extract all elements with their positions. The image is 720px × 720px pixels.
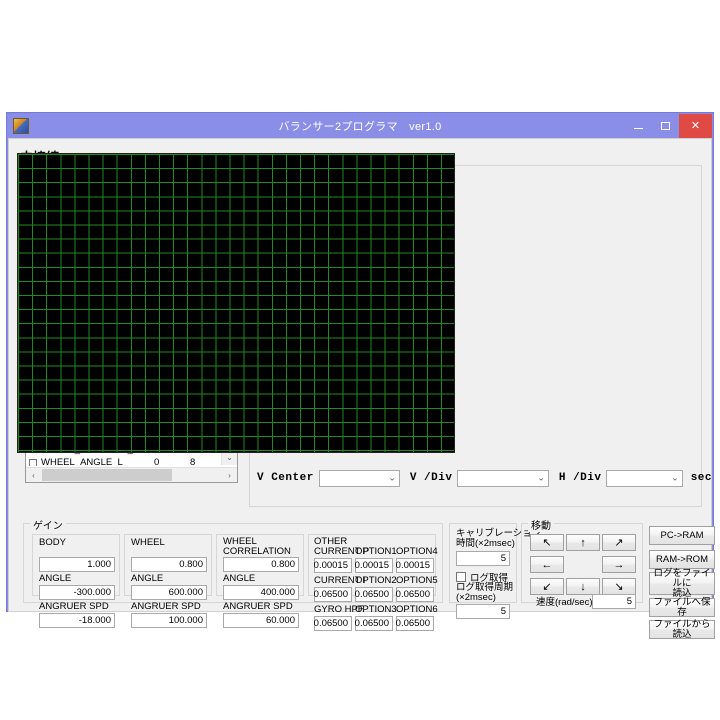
calibration-time-label-line2: 時間(×2msec) (456, 538, 515, 549)
v-div-label: V /Div (409, 472, 453, 484)
minimize-icon (634, 128, 643, 129)
pc-to-ram-button[interactable]: PC->RAM (649, 526, 715, 545)
gain-group-title: ゲイン (30, 517, 66, 532)
move-down-button[interactable]: ↓ (566, 578, 600, 595)
move-up-right-button[interactable]: ↗ (602, 534, 636, 551)
gain-other-subgroup: OTHER CURRENT P 0.00015 OPTION1 0.00015 OPTI… (308, 534, 438, 631)
gain-other-field-input[interactable]: 0.06500 (314, 587, 352, 602)
gain-body-angle-input[interactable]: -300.000 (39, 585, 115, 600)
client-area: 未接続 名前 数値 サイズ ⌃ Product_ID83202Version12… (8, 138, 715, 639)
maximize-button[interactable] (652, 114, 679, 138)
log-period-label-line2: (×2msec) (456, 592, 496, 603)
gain-wcorr-title-line2: CORRELATION (223, 546, 291, 557)
gain-wcorr-spd-label: ANGRUER SPD (223, 601, 293, 612)
gain-other-field-input[interactable]: 0.06500 (355, 616, 393, 631)
gain-other-field-input[interactable]: 0.00015 (314, 558, 352, 573)
log-period-input[interactable]: 5 (456, 604, 510, 619)
move-down-left-button[interactable]: ↙ (530, 578, 564, 595)
h-div-combobox[interactable]: ⌄ (606, 469, 683, 487)
application-icon (13, 118, 29, 134)
row-size-cell: 8 (190, 457, 196, 466)
calibration-groupbox: キャリブレーション 時間(×2msec) 5 ログ取得 ログ取得周期 (×2ms… (449, 523, 541, 619)
gain-wcorr-spd-input[interactable]: 60.000 (223, 613, 299, 628)
gain-wheel-correlation-subgroup: WHEEL CORRELATION 0.800 ANGLE 400.000 AN… (216, 534, 304, 628)
window-titlebar: バランサー2プログラマ ver1.0 ✕ (8, 114, 712, 138)
gain-wheel-subgroup: WHEEL 0.800 ANGLE 600.000 ANGRUER SPD 10… (124, 534, 212, 628)
minimize-button[interactable] (625, 114, 652, 138)
row-name-label: WHEEL_ANGLE_L (41, 457, 123, 466)
graph-controls-bar: V Center ⌄ V /Div ⌄ H /Div ⌄ sec (257, 467, 717, 489)
load-from-file-button[interactable]: ファイルから読込 (649, 619, 715, 639)
move-right-button[interactable]: → (602, 556, 636, 573)
save-to-file-button[interactable]: ファイルへ保存 (649, 597, 715, 617)
h-div-label: H /Div (558, 472, 602, 484)
gain-other-field-input[interactable]: 0.06500 (314, 616, 352, 631)
gain-wheel-angle-input[interactable]: 600.000 (131, 585, 207, 600)
window-controls: ✕ (625, 114, 712, 138)
gain-other-field-label: OPTION1 (355, 546, 397, 557)
move-left-button[interactable]: ← (530, 556, 564, 573)
chevron-down-icon: ⌄ (671, 472, 679, 483)
move-up-button[interactable]: ↑ (566, 534, 600, 551)
listview-horizontal-scrollbar[interactable]: ‹ › (26, 467, 237, 482)
close-button[interactable]: ✕ (679, 114, 712, 138)
hscroll-right-arrow-icon[interactable]: › (222, 468, 237, 482)
graph-plot-area[interactable] (17, 153, 455, 453)
application-window: バランサー2プログラマ ver1.0 ✕ 未接続 名前 数値 サイズ ⌃ Pro… (6, 112, 715, 639)
gain-wheel-spd-input[interactable]: 100.000 (131, 613, 207, 628)
gain-body-angle-label: ANGLE (39, 573, 72, 584)
log-acquire-checkbox[interactable] (456, 572, 466, 582)
row-checkbox[interactable] (29, 458, 37, 466)
v-center-combobox[interactable]: ⌄ (318, 469, 400, 487)
gain-wheel-value-input[interactable]: 0.800 (131, 557, 207, 572)
gain-groupbox: ゲイン BODY 1.000 ANGLE -300.000 ANGRUER SP… (23, 517, 443, 631)
table-row[interactable]: WHEEL_ANGLE_L 0 8 (26, 456, 237, 466)
maximize-icon (661, 122, 670, 130)
log-to-file-label-line1: ログをファイルに (653, 567, 711, 589)
gain-wcorr-angle-input[interactable]: 400.000 (223, 585, 299, 600)
gain-body-spd-input[interactable]: -18.000 (39, 613, 115, 628)
movement-group-title: 移動 (528, 517, 554, 532)
row-name-cell: WHEEL_ANGLE_L (26, 457, 150, 466)
v-div-combobox[interactable]: ⌄ (457, 469, 549, 487)
gain-wheel-spd-label: ANGRUER SPD (131, 601, 201, 612)
move-up-left-button[interactable]: ↖ (530, 534, 564, 551)
gain-other-field-label: OPTION5 (396, 575, 438, 586)
gain-other-field-label: OPTION2 (355, 575, 397, 586)
gain-other-field-input[interactable]: 0.06500 (355, 587, 393, 602)
gain-other-field-input[interactable]: 0.00015 (355, 558, 393, 573)
gain-wheel-angle-label: ANGLE (131, 573, 164, 584)
movement-groupbox: 移動 ↖ ↑ ↗ ← → ↙ ↓ ↘ 速度(rad/sec) 5 (521, 517, 643, 609)
chevron-down-icon: ⌄ (388, 472, 396, 483)
gain-other-field-input[interactable]: 0.06500 (396, 587, 434, 602)
speed-input[interactable]: 5 (592, 594, 636, 609)
sec-unit-label: sec (690, 472, 712, 484)
chevron-down-icon: ⌄ (537, 472, 545, 483)
calibration-time-input[interactable]: 5 (456, 551, 510, 566)
gain-body-value-input[interactable]: 1.000 (39, 557, 115, 572)
ram-to-rom-button[interactable]: RAM->ROM (649, 550, 715, 569)
gain-wcorr-angle-label: ANGLE (223, 573, 256, 584)
gain-other-field-label: OPTION6 (396, 604, 438, 615)
hscroll-left-arrow-icon[interactable]: ‹ (26, 468, 41, 482)
gain-other-field-input[interactable]: 0.00015 (396, 558, 434, 573)
gain-body-subgroup: BODY 1.000 ANGLE -300.000 ANGRUER SPD -1… (32, 534, 120, 628)
gain-other-field-label: OPTION3 (355, 604, 397, 615)
hscroll-thumb[interactable] (42, 469, 172, 481)
log-to-file-button[interactable]: ログをファイルに 読込 (649, 567, 715, 598)
gain-other-field-input[interactable]: 0.06500 (396, 616, 434, 631)
move-down-right-button[interactable]: ↘ (602, 578, 636, 595)
gain-other-field-label: OPTION4 (396, 546, 438, 557)
window-title: バランサー2プログラマ ver1.0 (278, 121, 442, 133)
gain-wcorr-value-input[interactable]: 0.800 (223, 557, 299, 572)
gain-wheel-title: WHEEL (131, 537, 165, 548)
row-value-cell: 0 (154, 457, 160, 466)
v-center-label: V Center (257, 472, 314, 484)
gain-body-spd-label: ANGRUER SPD (39, 601, 109, 612)
speed-label: 速度(rad/sec) (536, 597, 593, 608)
gain-body-title: BODY (39, 537, 66, 548)
